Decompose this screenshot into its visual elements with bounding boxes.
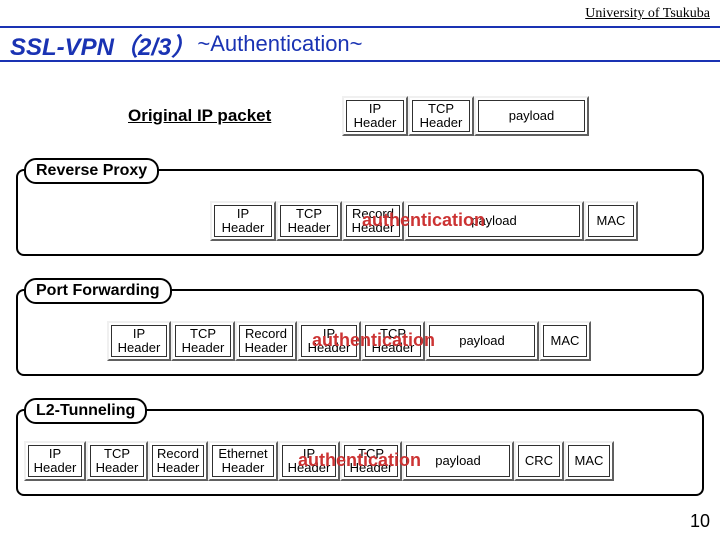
- cell-tcp: TCP Header: [361, 321, 425, 361]
- title-bar: SSL-VPN（2/3） ~Authentication~: [0, 26, 720, 62]
- label-reverse-proxy: Reverse Proxy: [24, 158, 159, 184]
- cell-tcp: TCP Header: [171, 321, 235, 361]
- label-l2-tunneling: L2‑Tunneling: [24, 398, 147, 424]
- cell-payload: payload: [404, 201, 584, 241]
- cell-ethernet: Ethernet Header: [208, 441, 278, 481]
- original-packet-label: Original IP packet: [128, 106, 271, 126]
- label-port-forwarding: Port Forwarding: [24, 278, 172, 304]
- title-text-main: SSL-VPN: [10, 34, 114, 61]
- cell-mac: MAC: [584, 201, 638, 241]
- cell-mac: MAC: [564, 441, 614, 481]
- cell-payload: payload: [402, 441, 514, 481]
- cell-tcp: TCP Header: [86, 441, 148, 481]
- title-main: SSL-VPN（2/3）: [10, 27, 195, 62]
- cell-mac: MAC: [539, 321, 591, 361]
- slide: University of Tsukuba SSL-VPN（2/3） ~Auth…: [0, 0, 720, 540]
- cell-tcp: TCP Header: [408, 96, 474, 136]
- cell-record: Record Header: [148, 441, 208, 481]
- title-sub: ~Authentication~: [197, 31, 362, 57]
- cell-payload: payload: [474, 96, 589, 136]
- cell-record: Record Header: [235, 321, 297, 361]
- cell-ip: IP Header: [24, 441, 86, 481]
- cell-ip: IP Header: [297, 321, 361, 361]
- cell-ip: IP Header: [107, 321, 171, 361]
- cell-ip: IP Header: [210, 201, 276, 241]
- university-label: University of Tsukuba: [585, 6, 710, 22]
- cell-tcp: TCP Header: [340, 441, 402, 481]
- cell-crc: CRC: [514, 441, 564, 481]
- cell-ip: IP Header: [278, 441, 340, 481]
- cell-record: Record Header: [342, 201, 404, 241]
- cell-tcp: TCP Header: [276, 201, 342, 241]
- cell-ip: IP Header: [342, 96, 408, 136]
- page-number: 10: [690, 511, 710, 532]
- title-text-part: （2/3）: [114, 34, 195, 61]
- cell-payload: payload: [425, 321, 539, 361]
